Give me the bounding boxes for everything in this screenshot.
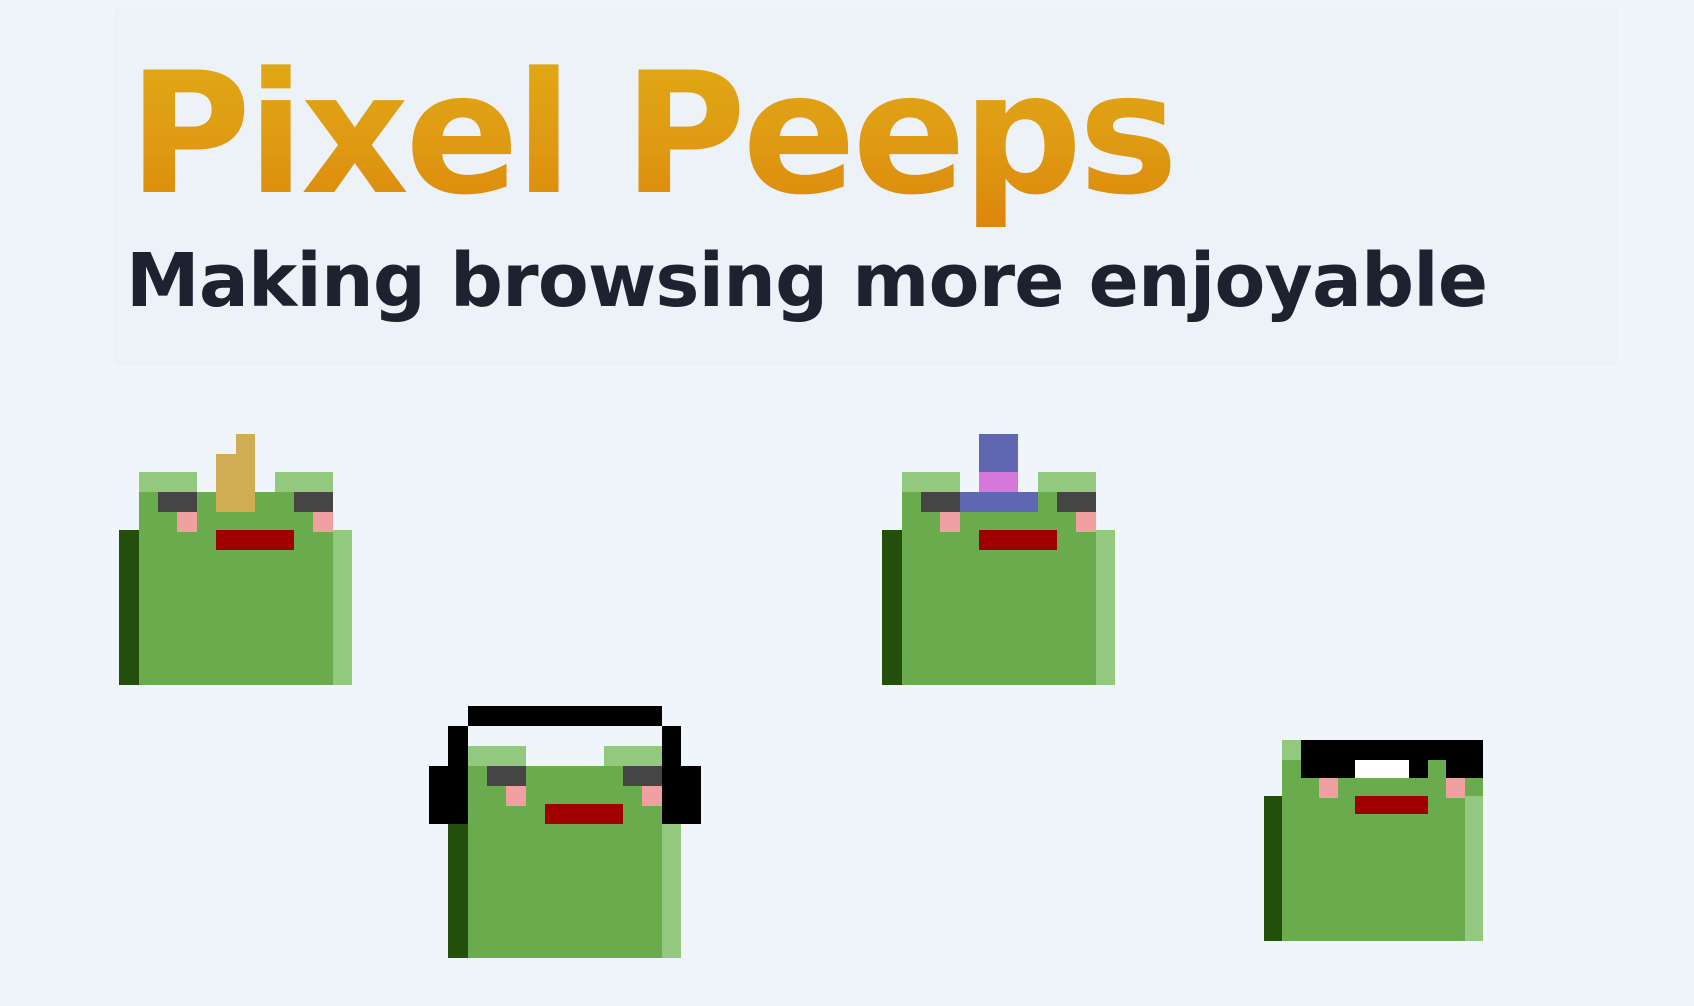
- left-cheek-icon: [506, 786, 526, 806]
- left-cheek-icon: [1319, 778, 1338, 798]
- right-eye-icon: [294, 492, 333, 512]
- right-cheek-icon: [1076, 512, 1096, 532]
- mouth-icon: [979, 530, 1057, 550]
- frog-sunglasses-pet[interactable]: [1264, 740, 1483, 941]
- crown-icon: [216, 434, 255, 512]
- left-cheek-icon: [177, 512, 197, 532]
- right-eye-icon: [623, 766, 662, 786]
- left-eye-icon: [487, 766, 526, 786]
- sunglasses-icon: [1301, 740, 1483, 778]
- mouth-icon: [1355, 796, 1428, 814]
- right-eye-icon: [1057, 492, 1096, 512]
- page-title: Pixel Peeps: [128, 36, 1178, 232]
- frog-icon: [448, 746, 681, 958]
- frog-headphones-pet[interactable]: [429, 706, 701, 958]
- left-eye-icon: [921, 492, 960, 512]
- right-cheek-icon: [1446, 778, 1465, 798]
- page-subtitle: Making browsing more enjoyable: [126, 238, 1488, 324]
- mouth-icon: [216, 530, 294, 550]
- right-cheek-icon: [642, 786, 662, 806]
- right-cheek-icon: [313, 512, 333, 532]
- frog-party-hat-pet[interactable]: [882, 434, 1115, 685]
- left-cheek-icon: [940, 512, 960, 532]
- frog-crown-pet[interactable]: [119, 434, 352, 685]
- mouth-icon: [545, 804, 623, 824]
- left-eye-icon: [158, 492, 197, 512]
- party-hat-icon: [960, 434, 1038, 512]
